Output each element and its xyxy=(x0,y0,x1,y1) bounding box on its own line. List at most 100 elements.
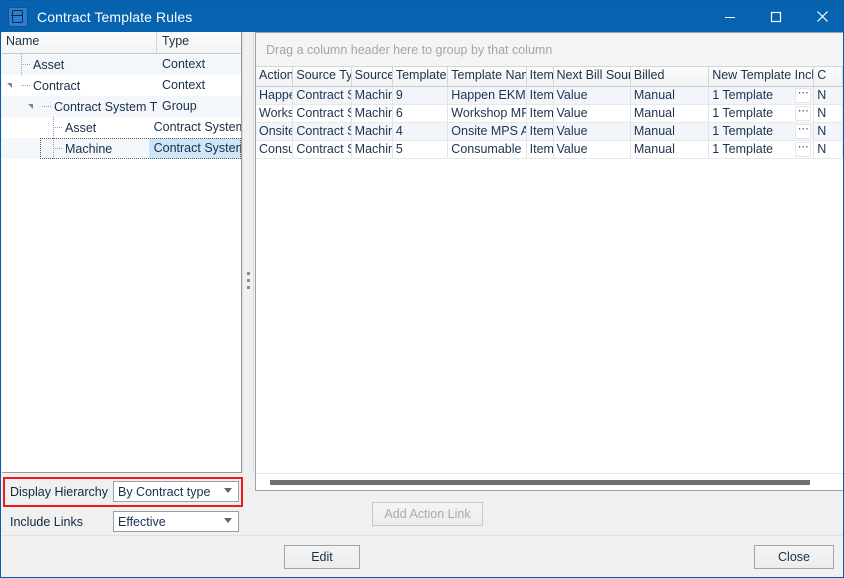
tree-header: Name Type xyxy=(2,32,241,54)
table-row[interactable]: Worksl Contract Sys Machin 6 Workshop MP… xyxy=(256,105,843,123)
tree-row-type-cell: Context xyxy=(157,54,241,75)
tree-column-name[interactable]: Name xyxy=(2,32,157,53)
edit-button[interactable]: Edit xyxy=(284,545,360,569)
tree-row-asset-context[interactable]: Asset Context xyxy=(2,54,241,75)
grid-column-billed[interactable]: Billed xyxy=(631,67,709,86)
include-links-row: Include Links Effective xyxy=(10,511,239,532)
display-hierarchy-value: By Contract type xyxy=(114,485,210,499)
expander-collapse-icon[interactable] xyxy=(5,75,18,96)
table-row[interactable]: Consu Contract Sys Machin 5 Consumable M… xyxy=(256,141,843,159)
cell-next-bill-source: Value xyxy=(554,141,631,158)
cell-action: Consu xyxy=(256,141,293,158)
ellipsis-icon[interactable]: ⋯ xyxy=(795,142,811,157)
cell-template-name: Workshop MPS xyxy=(448,105,526,122)
tree-row-contract-context[interactable]: Contract Context xyxy=(2,75,241,96)
add-action-link-button[interactable]: Add Action Link xyxy=(372,502,483,526)
cell-billed: Manual xyxy=(631,105,709,122)
window-controls xyxy=(707,1,844,32)
tree-node-label: Machine xyxy=(64,142,112,156)
table-row[interactable]: Onsite Contract Sys Machin 4 Onsite MPS … xyxy=(256,123,843,141)
grid-header-row: Action Source Type Source Template # Tem… xyxy=(256,67,843,87)
display-options-panel: Display Hierarchy By Contract type Inclu… xyxy=(2,473,254,534)
hierarchy-tree-panel: Name Type Asset Context Contract C xyxy=(2,32,242,473)
cell-new-template-includes-text: 1 Template xyxy=(712,88,773,102)
cell-template-name: Onsite MPS Aut xyxy=(448,123,526,140)
grid-scrollbar-thumb[interactable] xyxy=(270,480,810,485)
cell-truncated: N xyxy=(814,123,843,140)
grid-column-new-template-includes[interactable]: New Template Includes xyxy=(709,67,814,86)
tree-row-type-cell: Contract System xyxy=(149,138,241,159)
cell-next-bill-source: Value xyxy=(554,105,631,122)
panel-splitter[interactable] xyxy=(242,32,254,473)
cell-next-bill-source: Value xyxy=(554,87,631,104)
ellipsis-icon[interactable]: ⋯ xyxy=(795,88,811,103)
display-hierarchy-select[interactable]: By Contract type xyxy=(113,481,239,502)
tree-row-name-cell: Asset xyxy=(2,54,157,75)
tree-branch-line xyxy=(50,138,64,159)
tree-row-name-cell: Machine xyxy=(2,138,149,159)
cell-source: Machin xyxy=(352,123,393,140)
tree-branch-line xyxy=(50,117,64,138)
cell-new-template-includes: 1 Template ⋯ xyxy=(709,123,814,140)
tree-row-name-cell: Asset xyxy=(2,117,149,138)
grid-column-template-number[interactable]: Template # xyxy=(393,67,448,86)
tree-row-contract-system-type-group[interactable]: Contract System Type Group xyxy=(2,96,241,117)
cell-template-number: 4 xyxy=(393,123,448,140)
cell-new-template-includes-text: 1 Template xyxy=(712,142,773,156)
minimize-button[interactable] xyxy=(707,1,753,32)
cell-action: Onsite xyxy=(256,123,293,140)
include-links-label: Include Links xyxy=(10,515,113,529)
group-by-drop-area[interactable]: Drag a column header here to group by th… xyxy=(256,33,843,67)
cell-template-number: 6 xyxy=(393,105,448,122)
cell-billed: Manual xyxy=(631,123,709,140)
contract-template-rules-window: Contract Template Rules Name Type A xyxy=(0,0,844,578)
tree-row-asset-contract-system[interactable]: Asset Contract System xyxy=(2,117,241,138)
close-button[interactable] xyxy=(799,1,844,32)
cell-item: Item xyxy=(527,105,554,122)
splitter-grip-icon xyxy=(247,272,251,293)
grid-column-source-type[interactable]: Source Type xyxy=(293,67,351,86)
grid-horizontal-scrollbar[interactable] xyxy=(256,473,843,490)
grid-column-truncated[interactable]: C xyxy=(814,67,843,86)
include-links-select[interactable]: Effective xyxy=(113,511,239,532)
dialog-footer: Edit Close xyxy=(2,535,843,577)
close-dialog-button[interactable]: Close xyxy=(754,545,834,569)
ellipsis-icon[interactable]: ⋯ xyxy=(795,124,811,139)
tree-row-name-cell: Contract xyxy=(2,75,157,96)
tree-body: Asset Context Contract Context C xyxy=(2,54,241,472)
cell-item: Item xyxy=(527,141,554,158)
maximize-button[interactable] xyxy=(753,1,799,32)
cell-item: Item xyxy=(527,87,554,104)
tree-branch-line xyxy=(18,75,32,96)
tree-branch-line xyxy=(18,54,32,75)
grid-column-next-bill-source[interactable]: Next Bill Source xyxy=(554,67,631,86)
cell-source: Machin xyxy=(352,87,393,104)
cell-action: Worksl xyxy=(256,105,293,122)
tree-node-label: Asset xyxy=(32,58,64,72)
tree-node-label: Contract System Type xyxy=(53,100,157,114)
cell-action: Happe xyxy=(256,87,293,104)
grid-column-item[interactable]: Item xyxy=(527,67,554,86)
chevron-down-icon xyxy=(224,488,232,493)
cell-template-number: 9 xyxy=(393,87,448,104)
cell-new-template-includes-text: 1 Template xyxy=(712,124,773,138)
tree-column-type[interactable]: Type xyxy=(157,32,241,53)
table-row[interactable]: Happe Contract Sys Machin 9 Happen EKM C… xyxy=(256,87,843,105)
include-links-value: Effective xyxy=(114,515,166,529)
grid-column-source[interactable]: Source xyxy=(352,67,393,86)
expander-collapse-icon[interactable] xyxy=(26,96,39,117)
cell-source-type: Contract Sys xyxy=(293,123,351,140)
cell-source-type: Contract Sys xyxy=(293,141,351,158)
cell-next-bill-source: Value xyxy=(554,123,631,140)
window-title: Contract Template Rules xyxy=(37,9,707,25)
grid-column-action[interactable]: Action xyxy=(256,67,293,86)
cell-new-template-includes: 1 Template ⋯ xyxy=(709,105,814,122)
cell-new-template-includes: 1 Template ⋯ xyxy=(709,87,814,104)
grid-column-template-name[interactable]: Template Name xyxy=(448,67,526,86)
cell-new-template-includes-text: 1 Template xyxy=(712,106,773,120)
action-links-grid-panel: Drag a column header here to group by th… xyxy=(255,32,844,491)
ellipsis-icon[interactable]: ⋯ xyxy=(795,106,811,121)
tree-row-type-cell: Contract System xyxy=(149,117,241,138)
display-hierarchy-label: Display Hierarchy xyxy=(10,485,113,499)
tree-row-machine-contract-system[interactable]: Machine Contract System xyxy=(2,138,241,159)
